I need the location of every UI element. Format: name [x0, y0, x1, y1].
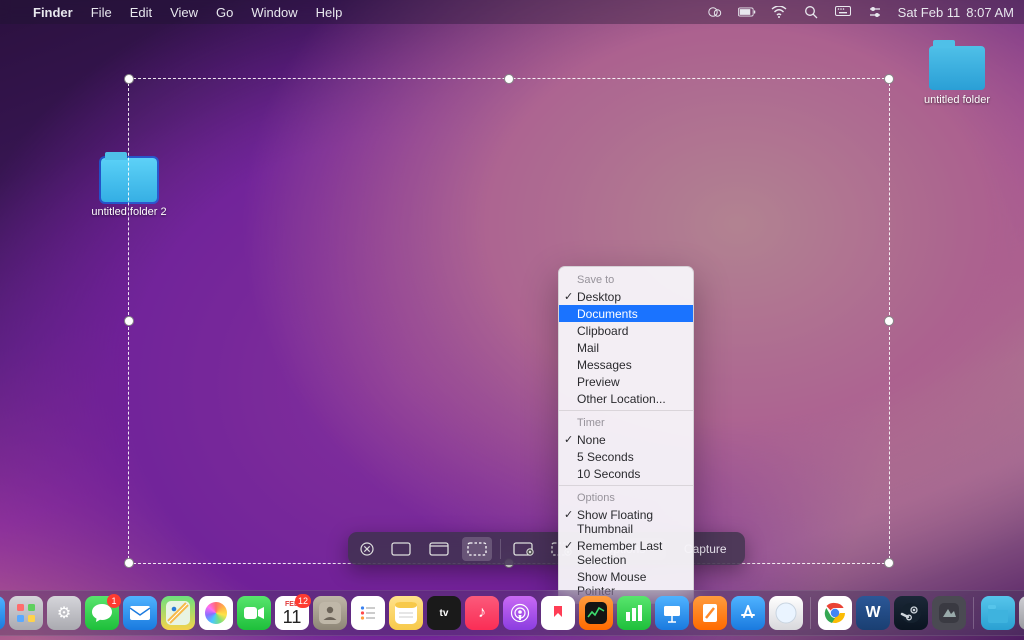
- section-timer: Timer: [559, 414, 693, 431]
- menu-view[interactable]: View: [161, 5, 207, 20]
- menu-help[interactable]: Help: [307, 5, 352, 20]
- saveto-documents[interactable]: Documents: [559, 305, 693, 322]
- dock-mail-icon[interactable]: [123, 596, 157, 630]
- toolbar-separator: [500, 539, 501, 559]
- saveto-other[interactable]: Other Location...: [559, 390, 693, 407]
- app-menu[interactable]: Finder: [24, 5, 82, 20]
- battery-icon[interactable]: [738, 3, 756, 21]
- dock-downloads-icon[interactable]: [981, 596, 1015, 630]
- menubar-left: Finder File Edit View Go Window Help: [10, 5, 351, 20]
- options-popover: Save to Desktop Documents Clipboard Mail…: [558, 266, 694, 604]
- record-entire-screen-button[interactable]: [509, 537, 539, 561]
- desktop-folder-label: untitled folder: [912, 94, 1002, 106]
- capture-entire-screen-button[interactable]: [386, 537, 416, 561]
- saveto-clipboard[interactable]: Clipboard: [559, 322, 693, 339]
- dock-appstore-icon[interactable]: [731, 596, 765, 630]
- capture-selection-button[interactable]: [462, 537, 492, 561]
- keyboard-input-icon[interactable]: [834, 3, 852, 21]
- dock-music-icon[interactable]: ♪: [465, 596, 499, 630]
- messages-badge: 1: [107, 594, 121, 608]
- popover-separator: [559, 410, 693, 411]
- resize-handle-bl[interactable]: [124, 558, 134, 568]
- dock-reminders-icon[interactable]: [351, 596, 385, 630]
- dock-wrap: ⚙︎ 1 FEB 11 12 tv: [0, 590, 1024, 636]
- dock-finder-icon[interactable]: [0, 596, 5, 630]
- dock-stocks-icon[interactable]: [579, 596, 613, 630]
- datetime[interactable]: Sat Feb 11 8:07 AM: [898, 5, 1014, 20]
- dock-chrome-icon[interactable]: [818, 596, 852, 630]
- resize-handle-l[interactable]: [124, 316, 134, 326]
- menu-edit[interactable]: Edit: [121, 5, 161, 20]
- desktop-folder-untitled[interactable]: untitled folder: [912, 46, 1002, 106]
- dock-photos-icon[interactable]: [199, 596, 233, 630]
- popover-separator: [559, 485, 693, 486]
- close-button[interactable]: [356, 538, 378, 560]
- wifi-icon[interactable]: [770, 3, 788, 21]
- dock-numbers-icon[interactable]: [617, 596, 651, 630]
- dock-maps-icon[interactable]: [161, 596, 195, 630]
- menu-go[interactable]: Go: [207, 5, 242, 20]
- spotlight-icon[interactable]: [802, 3, 820, 21]
- dock-launchpad-icon[interactable]: [9, 596, 43, 630]
- dock-separator: [810, 597, 811, 629]
- assistant-status-icon[interactable]: [706, 3, 724, 21]
- dock-calendar-icon[interactable]: FEB 11 12: [275, 596, 309, 630]
- screenshot-selection[interactable]: [128, 78, 890, 564]
- saveto-preview[interactable]: Preview: [559, 373, 693, 390]
- section-saveto: Save to: [559, 271, 693, 288]
- dock-keynote-icon[interactable]: [655, 596, 689, 630]
- saveto-desktop[interactable]: Desktop: [559, 288, 693, 305]
- dock-safari-icon[interactable]: [769, 596, 803, 630]
- menubar-time: 8:07 AM: [966, 5, 1014, 20]
- section-options: Options: [559, 489, 693, 506]
- dock-messages-icon[interactable]: 1: [85, 596, 119, 630]
- dock-news-icon[interactable]: [541, 596, 575, 630]
- dock-word-icon[interactable]: W: [856, 596, 890, 630]
- dock: ⚙︎ 1 FEB 11 12 tv: [0, 590, 1024, 636]
- resize-handle-br[interactable]: [884, 558, 894, 568]
- resize-handle-r[interactable]: [884, 316, 894, 326]
- calendar-badge: 12: [295, 594, 311, 608]
- resize-handle-tr[interactable]: [884, 74, 894, 84]
- dock-trash-icon[interactable]: [1019, 596, 1024, 630]
- menubar: Finder File Edit View Go Window Help Sat…: [0, 0, 1024, 24]
- resize-handle-tl[interactable]: [124, 74, 134, 84]
- menu-window[interactable]: Window: [242, 5, 306, 20]
- menubar-right: Sat Feb 11 8:07 AM: [706, 3, 1014, 21]
- timer-10s[interactable]: 10 Seconds: [559, 465, 693, 482]
- saveto-messages[interactable]: Messages: [559, 356, 693, 373]
- opt-floating-thumbnail[interactable]: Show Floating Thumbnail: [559, 506, 693, 537]
- timer-none[interactable]: None: [559, 431, 693, 448]
- menubar-date: Sat Feb 11: [898, 5, 961, 20]
- dock-steam-icon[interactable]: [894, 596, 928, 630]
- timer-5s[interactable]: 5 Seconds: [559, 448, 693, 465]
- dock-facetime-icon[interactable]: [237, 596, 271, 630]
- opt-remember-selection[interactable]: Remember Last Selection: [559, 537, 693, 568]
- dock-tv-icon[interactable]: tv: [427, 596, 461, 630]
- dock-settings-icon[interactable]: ⚙︎: [47, 596, 81, 630]
- dock-separator: [973, 597, 974, 629]
- dock-app-icon[interactable]: [932, 596, 966, 630]
- calendar-day: 11: [283, 608, 302, 626]
- dock-contacts-icon[interactable]: [313, 596, 347, 630]
- dock-podcasts-icon[interactable]: [503, 596, 537, 630]
- folder-icon: [929, 46, 985, 90]
- saveto-mail[interactable]: Mail: [559, 339, 693, 356]
- capture-window-button[interactable]: [424, 537, 454, 561]
- resize-handle-t[interactable]: [504, 74, 514, 84]
- control-center-icon[interactable]: [866, 3, 884, 21]
- dock-pages-icon[interactable]: [693, 596, 727, 630]
- dock-notes-icon[interactable]: [389, 596, 423, 630]
- menu-file[interactable]: File: [82, 5, 121, 20]
